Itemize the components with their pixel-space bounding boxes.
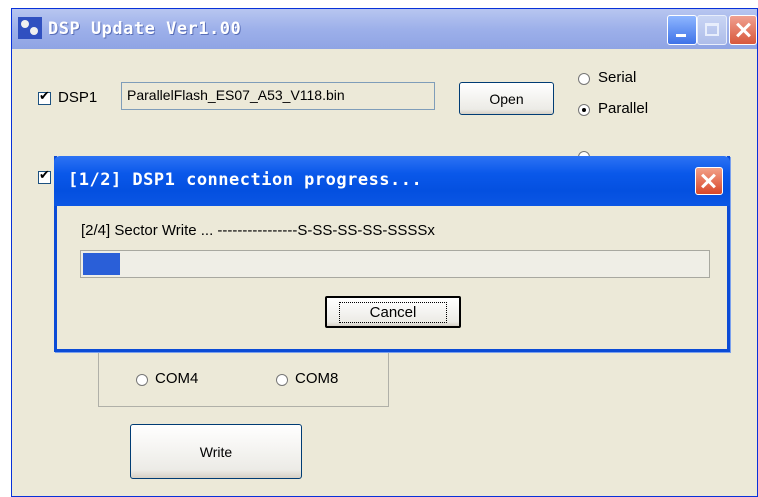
- dialog-title: [1/2] DSP1 connection progress...: [68, 170, 423, 190]
- main-window-title: DSP Update Ver1.00: [48, 19, 242, 39]
- progress-bar-fill: [83, 253, 120, 275]
- progress-status-text: [2/4] Sector Write ... ----------------S…: [81, 222, 435, 239]
- com4-label: COM4: [155, 370, 199, 387]
- main-title-bar[interactable]: DSP Update Ver1.00: [12, 9, 757, 49]
- cancel-button[interactable]: Cancel: [325, 296, 461, 328]
- app-icon: [18, 17, 42, 39]
- minimize-button[interactable]: [667, 15, 697, 45]
- open-button[interactable]: Open: [459, 82, 554, 115]
- dsp2-checkbox[interactable]: [38, 168, 51, 184]
- close-button[interactable]: [729, 15, 757, 45]
- parallel-label: Parallel: [598, 100, 649, 117]
- serial-radio[interactable]: [578, 73, 590, 85]
- dialog-close-button[interactable]: [695, 167, 723, 195]
- com8-radio[interactable]: [276, 374, 288, 386]
- progress-dialog: [1/2] DSP1 connection progress... [2/4] …: [54, 156, 730, 352]
- write-button[interactable]: Write: [130, 424, 302, 479]
- progress-bar: [80, 250, 710, 278]
- dialog-title-bar[interactable]: [1/2] DSP1 connection progress...: [54, 156, 730, 206]
- maximize-button[interactable]: [697, 15, 727, 45]
- dsp1-label: DSP1: [58, 89, 98, 106]
- com8-label: COM8: [295, 370, 339, 387]
- cancel-button-label: Cancel: [338, 301, 448, 323]
- com4-radio[interactable]: [136, 374, 148, 386]
- parallel-radio[interactable]: [578, 104, 590, 116]
- dsp1-checkbox[interactable]: [38, 89, 51, 105]
- serial-label: Serial: [598, 69, 637, 86]
- dsp1-file-field[interactable]: ParallelFlash_ES07_A53_V118.bin: [121, 82, 435, 110]
